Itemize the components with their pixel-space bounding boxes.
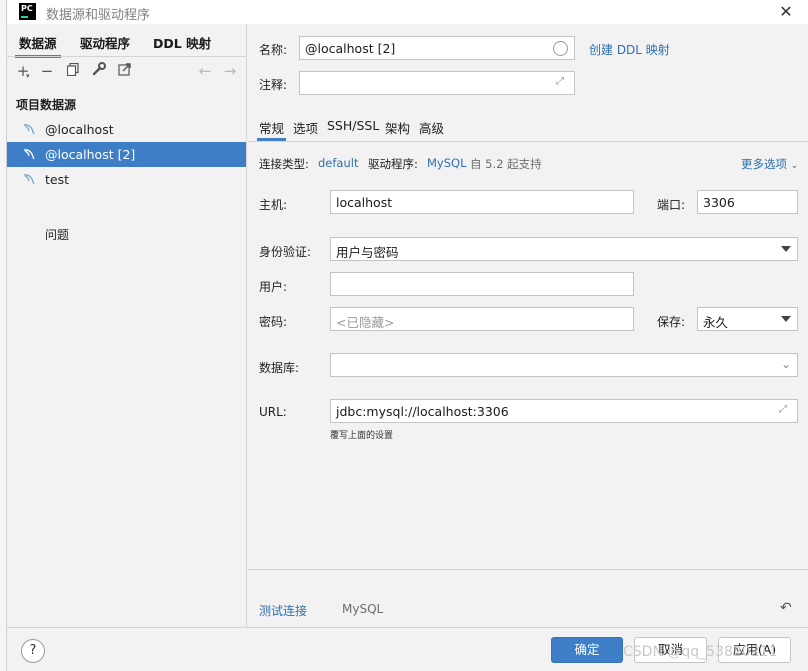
datasource-label: @localhost (45, 122, 114, 137)
database-label: 数据库: (259, 361, 300, 375)
project-datasources-title: 项目数据源 (16, 98, 77, 112)
window-title: 数据源和驱动程序 (46, 8, 151, 23)
url-input[interactable]: jdbc:mysql://localhost:3306 ⤢ (330, 399, 798, 423)
datasource-label: @localhost [2] (45, 147, 136, 162)
mysql-icon (23, 174, 35, 185)
comment-input[interactable]: ⤢ (299, 71, 575, 95)
password-label: 密码: (259, 315, 288, 329)
save-value: 永久 (703, 315, 729, 330)
tab-schemas[interactable]: 架构 (385, 118, 410, 137)
wrench-icon[interactable] (89, 61, 109, 81)
user-label: 用户: (259, 280, 288, 294)
auth-label: 身份验证: (259, 245, 312, 259)
comment-label: 注释: (259, 78, 288, 92)
subtabs-divider (248, 141, 808, 142)
test-driver-label: MySQL (342, 602, 384, 616)
connection-type-label: 连接类型: (259, 157, 309, 171)
save-select[interactable]: 永久 (697, 307, 798, 331)
problems-item[interactable]: 问题 (45, 226, 69, 243)
title-bar: PC 数据源和驱动程序 ✕ (7, 0, 808, 24)
tab-ssh-ssl[interactable]: SSH/SSL (327, 118, 379, 133)
url-hint: 覆写上面的设置 (330, 431, 394, 441)
left-panel: 数据源 驱动程序 DDL 映射 + ▾ − ← → 项目数据源 @localhos… (7, 24, 247, 627)
port-label: 端口: (657, 198, 686, 212)
watermark: CSDN @qq_53820211 (623, 644, 778, 660)
tab-advanced[interactable]: 高级 (419, 118, 444, 137)
connection-type-link[interactable]: default (318, 156, 358, 170)
add-icon[interactable]: + ▾ (13, 61, 33, 81)
driver-note: 自 5.2 起支持 (470, 157, 542, 171)
auth-select[interactable]: 用户与密码 (330, 237, 798, 261)
right-panel: 名称: @localhost [2] 创建 DDL 映射 注释: ⤢ 常规 选项… (248, 24, 808, 627)
expand-icon[interactable]: ⤢ (556, 76, 568, 88)
datasource-dialog: PC 数据源和驱动程序 ✕ 数据源 驱动程序 DDL 映射 + ▾ − ← → 项 (7, 0, 808, 671)
dropdown-arrow-icon (781, 246, 791, 252)
ok-button[interactable]: 确定 (551, 637, 623, 663)
copy-icon[interactable] (63, 61, 83, 81)
bottom-divider (248, 569, 808, 570)
name-value: @localhost [2] (305, 41, 396, 56)
help-button[interactable]: ? (21, 639, 45, 663)
back-icon[interactable]: ← (195, 61, 215, 81)
url-label: URL: (259, 405, 287, 419)
color-circle-icon[interactable] (553, 41, 568, 56)
chevron-down-icon: ⌄ (780, 357, 791, 371)
tab-ddl-mappings[interactable]: DDL 映射 (153, 33, 211, 52)
create-ddl-mapping-link[interactable]: 创建 DDL 映射 (589, 41, 670, 58)
database-select[interactable]: ⌄ (330, 353, 798, 377)
host-input[interactable]: localhost (330, 190, 634, 214)
tab-options[interactable]: 选项 (293, 118, 318, 137)
left-tabs: 数据源 驱动程序 DDL 映射 (7, 24, 247, 58)
datasource-label: test (45, 172, 70, 187)
datasource-item-localhost-2[interactable]: @localhost [2] (7, 142, 246, 167)
name-input[interactable]: @localhost [2] (299, 36, 575, 60)
revert-icon[interactable]: ↶ (780, 600, 792, 616)
name-label: 名称: (259, 43, 288, 57)
save-label: 保存: (657, 315, 686, 329)
tab-drivers[interactable]: 驱动程序 (80, 33, 130, 52)
driver-link[interactable]: MySQL (427, 156, 467, 170)
close-icon[interactable]: ✕ (776, 0, 796, 24)
expand-icon[interactable]: ⤢ (779, 404, 791, 416)
chevron-down-icon: ⌄ (790, 161, 799, 171)
dropdown-arrow-icon (781, 316, 791, 322)
url-value: jdbc:mysql://localhost:3306 (336, 404, 509, 419)
tab-datasources[interactable]: 数据源 (15, 33, 60, 58)
password-input[interactable]: <已隐藏> (330, 307, 634, 331)
datasource-item-localhost[interactable]: @localhost (7, 117, 246, 142)
remove-icon[interactable]: − (37, 61, 57, 81)
background-editor-strip (0, 0, 7, 671)
datasource-toolbar: + ▾ − ← → (7, 57, 247, 85)
pycharm-icon: PC (19, 3, 36, 20)
forward-icon[interactable]: → (220, 61, 240, 81)
mysql-icon (23, 149, 35, 160)
datasource-item-test[interactable]: test (7, 167, 246, 192)
auth-value: 用户与密码 (336, 245, 399, 260)
tab-general[interactable]: 常规 (256, 118, 287, 141)
more-options-link[interactable]: 更多选项 ⌄ (741, 156, 798, 172)
more-options-label: 更多选项 (741, 157, 787, 171)
user-input[interactable] (330, 272, 634, 296)
driver-label: 驱动程序: (368, 157, 418, 171)
export-icon[interactable] (114, 61, 134, 81)
test-connection-link[interactable]: 测试连接 (259, 602, 307, 619)
port-input[interactable]: 3306 (697, 190, 798, 214)
host-label: 主机: (259, 198, 288, 212)
dialog-footer: ? 确定 取消 应用(A) CSDN @qq_53820211 (7, 627, 808, 671)
mysql-icon (23, 124, 35, 135)
